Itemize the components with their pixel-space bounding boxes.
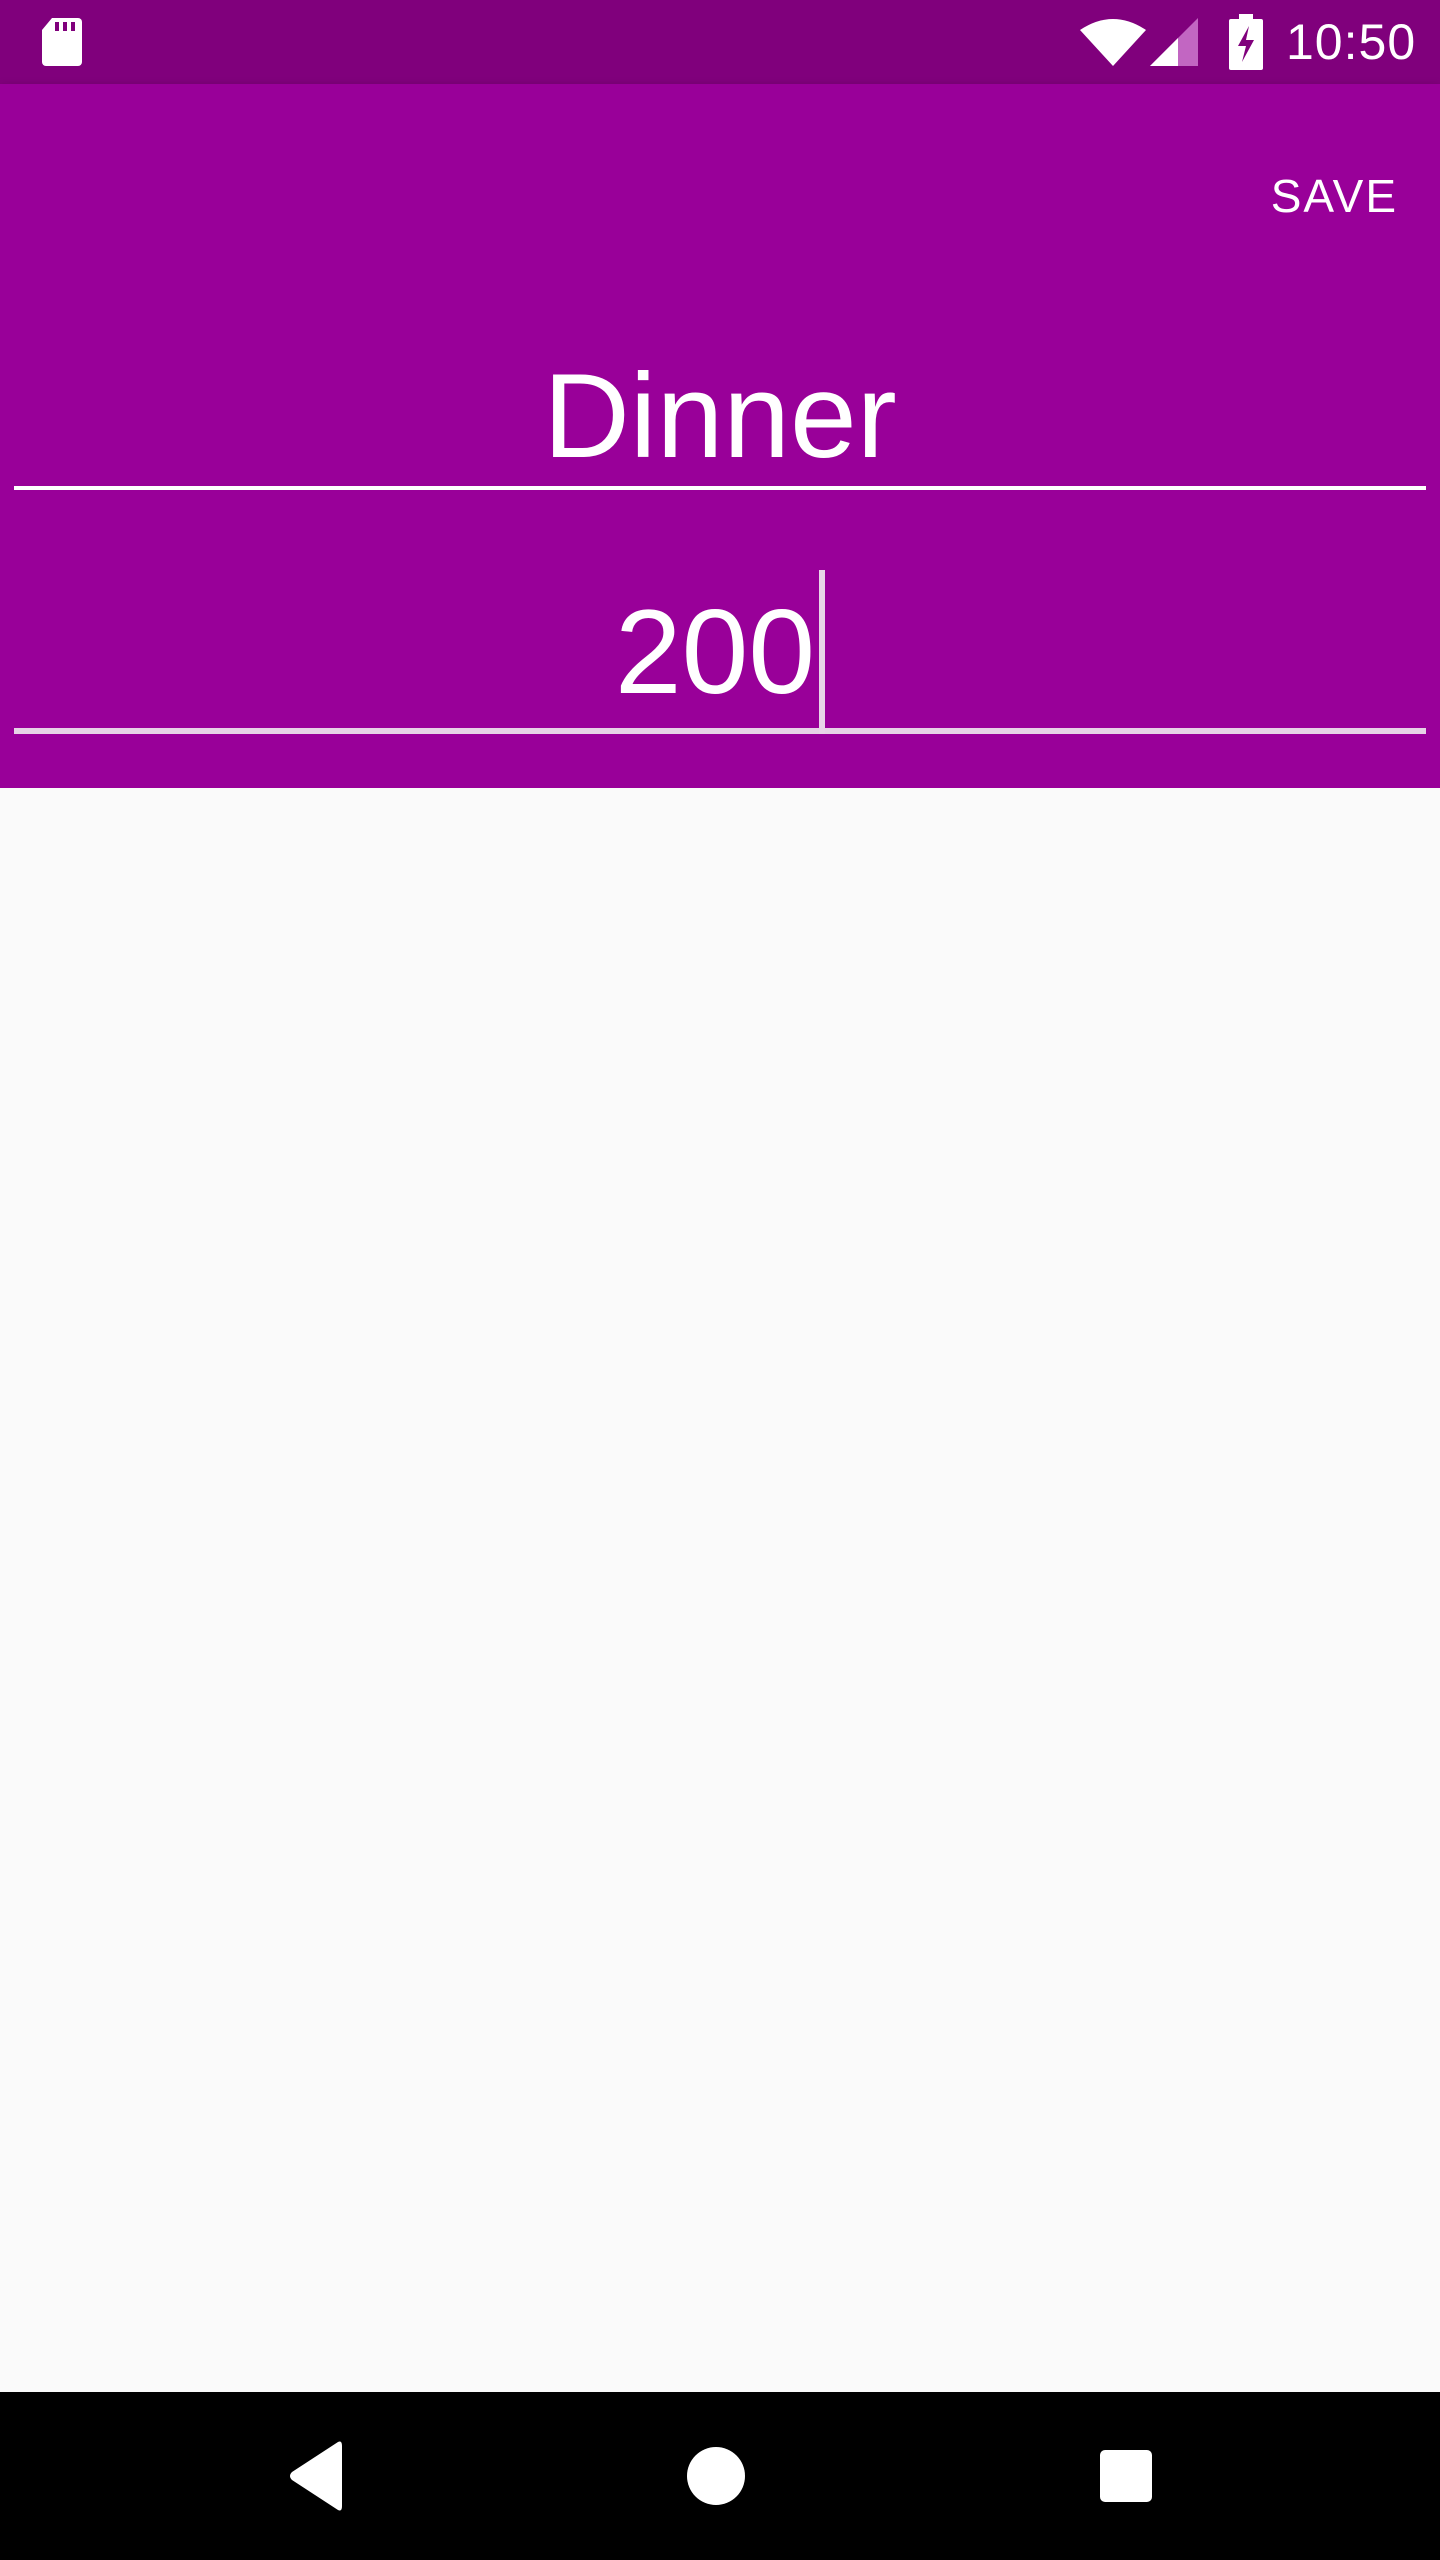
title-input-value[interactable]: Dinner	[14, 350, 1426, 482]
status-time: 10:50	[1286, 14, 1417, 70]
app-header: SAVE Dinner 200	[0, 84, 1440, 788]
content-area	[0, 788, 1440, 2392]
wifi-icon	[1080, 19, 1146, 66]
title-field[interactable]: Dinner	[14, 312, 1426, 490]
cell-signal-icon	[1150, 18, 1198, 66]
save-button[interactable]: SAVE	[1267, 148, 1402, 244]
navigation-bar	[0, 2392, 1440, 2560]
recents-icon[interactable]	[1098, 2448, 1154, 2504]
sd-card-icon	[42, 18, 82, 66]
home-icon[interactable]	[686, 2446, 746, 2506]
app-screen: 10:50 SAVE Dinner 200	[0, 0, 1440, 2560]
battery-charging-icon	[1229, 14, 1263, 70]
amount-field[interactable]: 200	[14, 544, 1426, 734]
amount-input-value[interactable]: 200	[615, 586, 815, 718]
amount-input[interactable]: 200	[14, 570, 1426, 734]
text-cursor	[819, 570, 826, 734]
back-icon[interactable]	[286, 2436, 346, 2516]
status-bar: 10:50	[0, 0, 1440, 84]
